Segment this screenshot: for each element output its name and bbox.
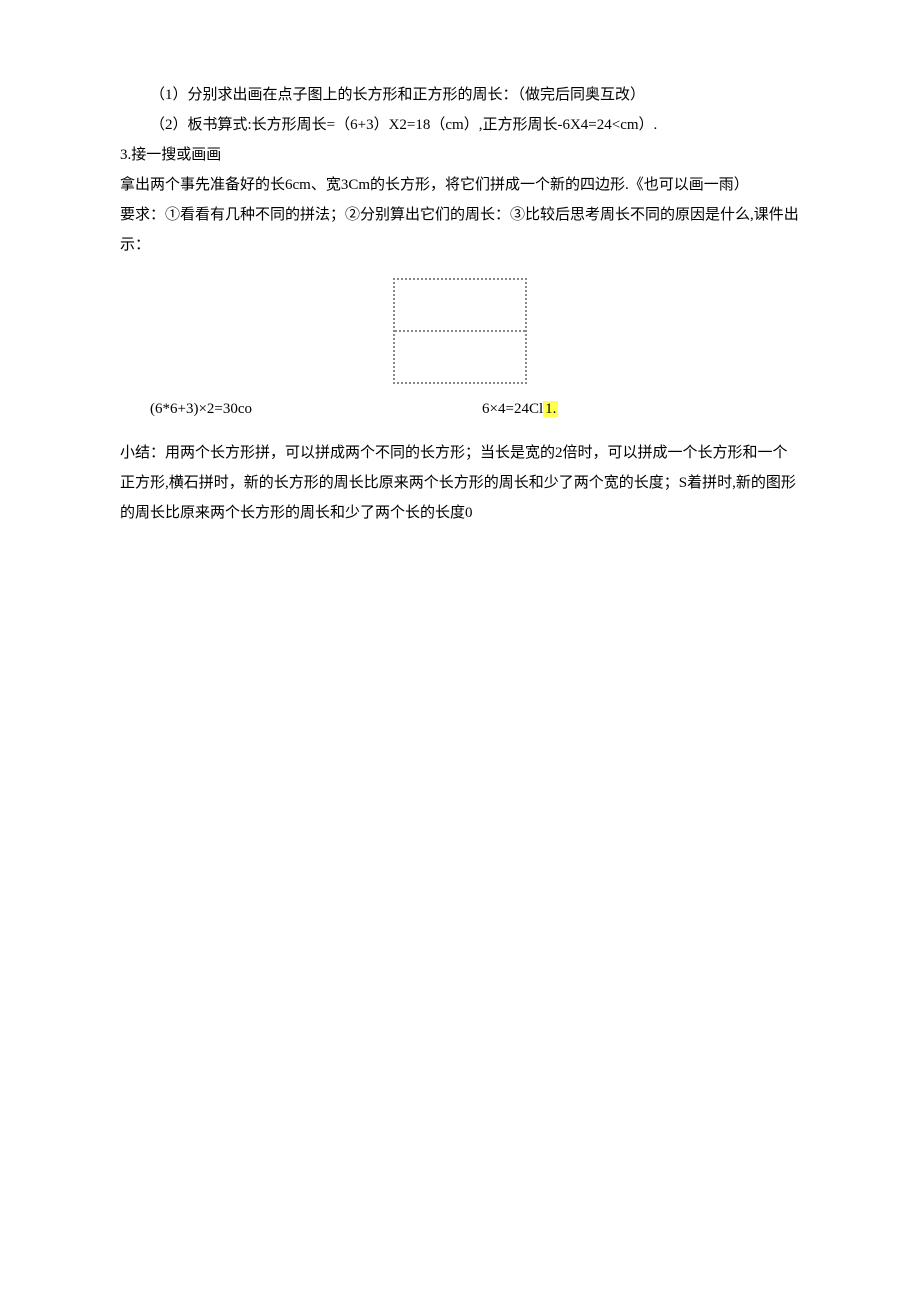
expression-right-text: 6×4=24Cl [482,401,543,417]
paragraph-2: （2）板书算式:长方形周长=（6+3）X2=18（cm）,正方形周长-6X4=2… [120,110,800,140]
expression-right: 6×4=24Cl1. [482,394,558,424]
expression-left: (6*6+3)×2=30co [120,394,252,424]
paragraph-1: （1）分别求出画在点子图上的长方形和正方形的周长：（做完后同奥互改） [120,80,800,110]
rect-cell-bottom [395,332,525,382]
paragraph-4: 拿出两个事先准备好的长6cm、宽3Cm的长方形，将它们拼成一个新的四边形.《也可… [120,170,800,200]
highlighted-text: 1. [543,401,558,417]
document-page: （1）分别求出画在点子图上的长方形和正方形的周长：（做完后同奥互改） （2）板书… [0,0,920,568]
summary-paragraph: 小结：用两个长方形拼，可以拼成两个不同的长方形；当长是宽的2倍时，可以拼成一个长… [120,438,800,528]
paragraph-3: 3.接一搜或画画 [120,140,800,170]
expression-row: (6*6+3)×2=30co 6×4=24Cl1. [120,394,800,424]
paragraph-5: 要求：①看看有几种不同的拼法；②分别算出它们的周长：③比较后思考周长不同的原因是… [120,200,800,260]
stacked-rectangle-diagram [393,278,527,384]
figure-stacked-rectangles [120,278,800,384]
rect-cell-top [395,280,525,332]
